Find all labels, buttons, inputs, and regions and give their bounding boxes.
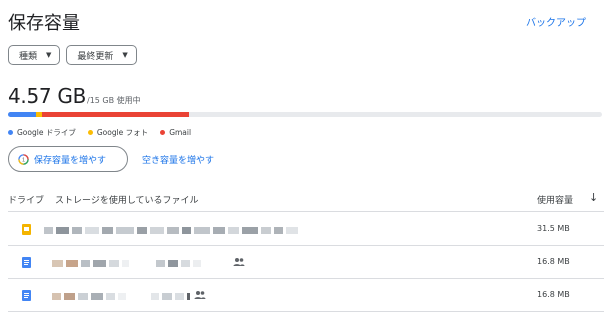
sort-down-arrow-icon[interactable]: ↓ — [589, 191, 598, 204]
file-list-header: ドライブ ストレージを使用しているファイル 使用容量 ↓ — [0, 189, 604, 211]
shared-people-icon — [233, 258, 245, 266]
page-title: 保存容量 — [8, 13, 80, 34]
filter-type-label: 種類 — [19, 51, 38, 62]
legend-gmail: Gmail — [160, 127, 191, 138]
google-one-icon: 1 — [18, 153, 29, 165]
drive-dot-icon — [8, 130, 13, 135]
file-name-redacted — [52, 259, 201, 267]
backup-link[interactable]: バックアップ — [526, 14, 586, 29]
filter-bar: 種類 ▼ 最終更新 ▼ — [8, 45, 137, 65]
storage-segment-gmail — [42, 112, 189, 117]
file-name-redacted — [52, 292, 190, 300]
svg-text:1: 1 — [22, 157, 25, 163]
header-divider — [8, 211, 604, 212]
storage-bar — [8, 112, 602, 117]
filter-type-chip[interactable]: 種類 ▼ — [8, 45, 61, 65]
header-drive[interactable]: ドライブ — [8, 193, 44, 206]
legend-photos: Google フォト — [87, 127, 149, 138]
header-size-sort[interactable]: 使用容量 — [537, 193, 573, 206]
legend-photos-label: Google フォト — [96, 128, 149, 137]
slides-file-icon — [22, 224, 31, 235]
legend-drive-label: Google ドライブ — [17, 128, 76, 137]
file-size: 31.5 MB — [537, 224, 570, 233]
file-row[interactable]: 16.8 MB — [8, 246, 604, 279]
caret-down-icon: ▼ — [46, 51, 52, 59]
photos-dot-icon — [87, 130, 93, 135]
get-more-storage-button[interactable]: 1 保存容量を増やす — [8, 146, 128, 172]
legend-drive: Google ドライブ — [8, 127, 76, 138]
get-more-storage-label: 保存容量を増やす — [34, 155, 107, 166]
file-size: 16.8 MB — [537, 290, 570, 299]
storage-usage: 4.57 GB /15 GB 使用中 — [8, 84, 141, 108]
docs-file-icon — [22, 290, 31, 301]
filter-modified-chip[interactable]: 最終更新 ▼ — [66, 45, 137, 65]
file-size: 16.8 MB — [537, 257, 570, 266]
file-row[interactable]: 31.5 MB — [8, 213, 604, 246]
legend-gmail-label: Gmail — [169, 128, 192, 137]
docs-file-icon — [22, 257, 31, 268]
total-amount: /15 GB 使用中 — [87, 96, 141, 105]
storage-legend: Google ドライブ Google フォト Gmail — [8, 127, 191, 138]
caret-down-icon: ▼ — [122, 51, 128, 59]
shared-people-icon — [194, 291, 206, 299]
filter-modified-label: 最終更新 — [77, 51, 114, 62]
gmail-dot-icon — [160, 130, 166, 135]
file-name-redacted — [44, 226, 298, 234]
file-row[interactable]: 16.8 MB — [8, 279, 604, 312]
free-up-space-link[interactable]: 空き容量を増やす — [142, 153, 214, 166]
header-files: ストレージを使用しているファイル — [55, 196, 199, 206]
storage-segment-drive — [8, 112, 36, 117]
used-amount: 4.57 GB — [8, 84, 87, 108]
